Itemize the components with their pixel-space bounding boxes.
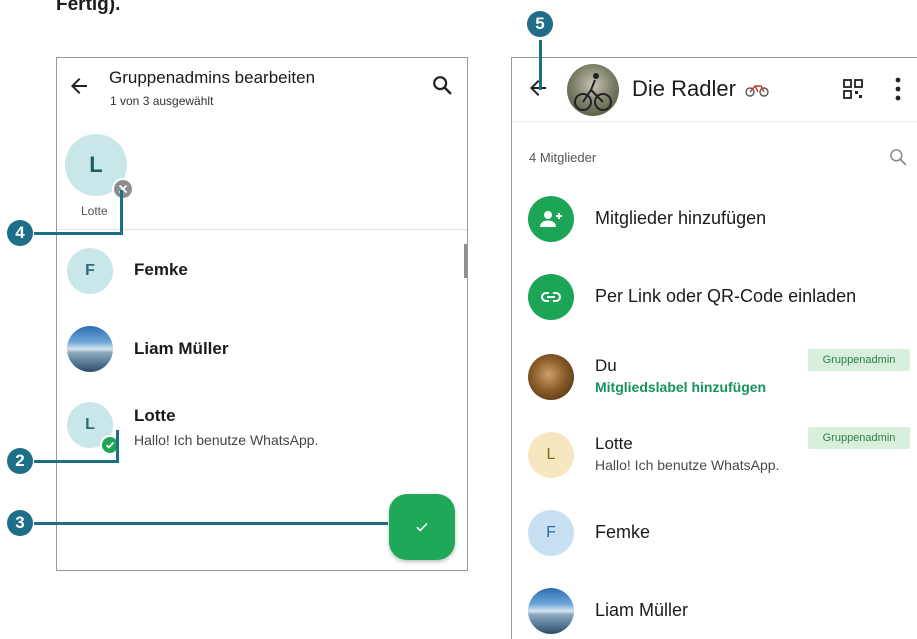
callout-badge-3: 3 bbox=[7, 510, 33, 536]
member-name: Lotte bbox=[595, 434, 633, 453]
member-status: Hallo! Ich benutze WhatsApp. bbox=[595, 457, 780, 473]
group-name: Die Radler bbox=[632, 76, 736, 101]
callout-line bbox=[34, 460, 118, 463]
screenshot-stage: Fertig). Gruppenadmins bearbeiten 1 von … bbox=[0, 0, 917, 639]
selected-name: Lotte bbox=[81, 204, 108, 218]
action-label: Per Link oder QR-Code einladen bbox=[595, 286, 857, 306]
group-header: Die Radler bbox=[512, 58, 917, 122]
callout-line bbox=[116, 430, 119, 463]
admin-badge: Gruppenadmin bbox=[808, 427, 910, 449]
member-row-liam[interactable]: Liam Müller bbox=[512, 576, 917, 639]
avatar-photo bbox=[67, 326, 113, 372]
more-options-icon[interactable] bbox=[894, 76, 902, 102]
group-title: Die Radler bbox=[632, 76, 769, 102]
selected-contacts-strip: L Lotte bbox=[57, 120, 467, 230]
callout-line bbox=[34, 522, 388, 525]
member-name: Liam Müller bbox=[595, 600, 689, 620]
avatar: F bbox=[67, 248, 113, 294]
callout-line bbox=[34, 232, 122, 235]
member-row-femke[interactable]: F Femke bbox=[512, 498, 917, 572]
bicycle-emoji-icon bbox=[745, 85, 769, 97]
check-icon bbox=[416, 522, 428, 532]
action-label: Mitglieder hinzufügen bbox=[595, 208, 767, 228]
member-row-du[interactable]: Du Mitgliedslabel hinzufügen Gruppenadmi… bbox=[512, 342, 917, 416]
remove-selection-icon[interactable] bbox=[112, 178, 134, 200]
add-member-label-link[interactable]: Mitgliedslabel hinzufügen bbox=[595, 379, 766, 395]
avatar-photo bbox=[528, 588, 574, 634]
callout-line bbox=[120, 190, 123, 235]
caption-text: Fertig). bbox=[56, 0, 121, 15]
cyclist-photo-icon bbox=[574, 73, 612, 111]
callout-badge-2: 2 bbox=[7, 448, 33, 474]
member-row-lotte[interactable]: L Lotte Hallo! Ich benutze WhatsApp. Gru… bbox=[512, 420, 917, 494]
members-count: 4 Mitglieder bbox=[529, 150, 597, 165]
confirm-button[interactable] bbox=[389, 494, 455, 560]
avatar: F bbox=[528, 510, 574, 556]
contact-name: Lotte bbox=[134, 406, 176, 425]
contact-name: Liam Müller bbox=[134, 339, 229, 358]
contact-name: Femke bbox=[134, 260, 188, 279]
edit-admins-screen: Gruppenadmins bearbeiten 1 von 3 ausgewä… bbox=[56, 57, 468, 571]
contact-row-liam[interactable]: Liam Müller bbox=[57, 316, 467, 386]
screen-title: Gruppenadmins bearbeiten bbox=[109, 68, 316, 87]
callout-badge-5: 5 bbox=[527, 11, 553, 37]
contact-status: Hallo! Ich benutze WhatsApp. bbox=[134, 432, 319, 448]
search-icon[interactable] bbox=[431, 74, 453, 96]
selection-count: 1 von 3 ausgewählt bbox=[110, 94, 214, 108]
search-members-icon[interactable] bbox=[888, 147, 908, 167]
member-name: Femke bbox=[595, 522, 651, 542]
contact-row-femke[interactable]: F Femke bbox=[57, 238, 467, 308]
invite-link-action[interactable]: Per Link oder QR-Code einladen bbox=[512, 262, 917, 336]
qr-code-icon[interactable] bbox=[843, 79, 863, 99]
add-members-action[interactable]: Mitglieder hinzufügen bbox=[512, 184, 917, 258]
callout-badge-4: 4 bbox=[7, 220, 33, 246]
group-avatar[interactable] bbox=[567, 64, 619, 116]
callout-line bbox=[539, 40, 542, 90]
avatar: L bbox=[528, 432, 574, 478]
link-icon bbox=[528, 274, 574, 320]
add-person-icon bbox=[528, 196, 574, 242]
back-arrow-icon[interactable] bbox=[526, 76, 550, 100]
avatar-photo bbox=[528, 354, 574, 400]
back-arrow-icon[interactable] bbox=[67, 74, 91, 98]
group-info-screen: Die Radler 4 Mitglieder Mitglieder hinzu… bbox=[511, 57, 917, 639]
member-name: Du bbox=[595, 356, 617, 375]
edit-admins-header: Gruppenadmins bearbeiten 1 von 3 ausgewä… bbox=[57, 58, 467, 120]
admin-badge: Gruppenadmin bbox=[808, 349, 910, 371]
